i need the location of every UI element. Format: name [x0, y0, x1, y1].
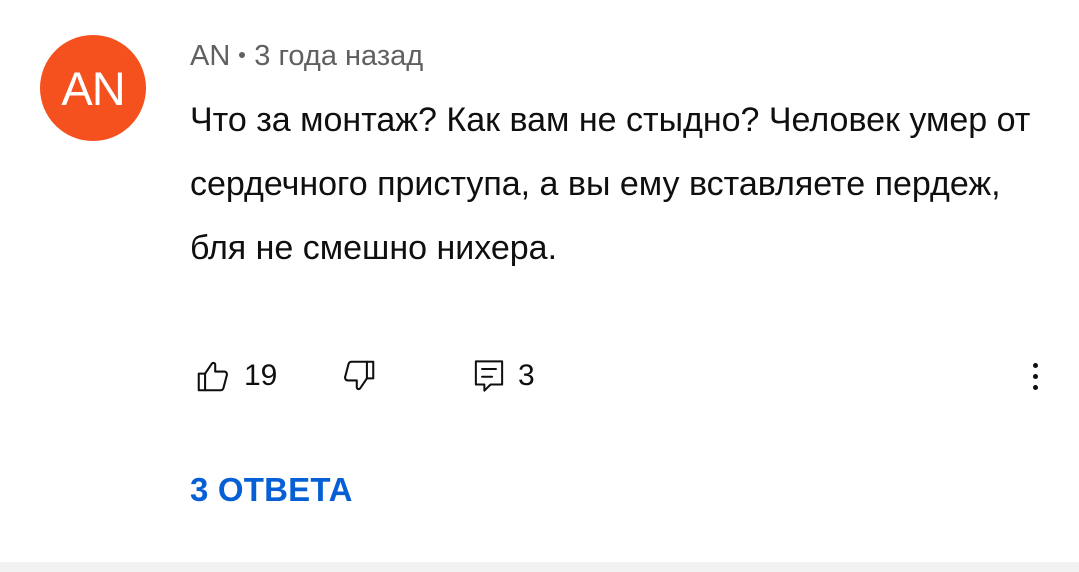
timestamp[interactable]: 3 года назад — [254, 40, 423, 72]
more-vertical-icon-dot-3 — [1032, 384, 1038, 390]
comment-actions: 19 3 — [190, 352, 1050, 400]
avatar-initials: AN — [61, 61, 125, 115]
comment-meta: AN 3 года назад — [190, 40, 423, 72]
more-vertical-icon-dot-2 — [1032, 373, 1038, 379]
author-name[interactable]: AN — [190, 40, 230, 72]
view-replies-button[interactable]: 3 ОТВЕТА — [190, 470, 353, 510]
like-count: 19 — [244, 359, 278, 392]
comment-card: AN AN 3 года назад Что за монтаж? Как вам… — [0, 0, 1079, 562]
thumbs-down-icon — [340, 357, 378, 395]
more-options-button[interactable] — [1020, 352, 1050, 400]
avatar[interactable]: AN — [40, 35, 146, 141]
comment-reply-icon — [472, 357, 506, 395]
dislike-button[interactable] — [340, 352, 378, 400]
more-vertical-icon-dot-1 — [1032, 362, 1038, 368]
reply-count: 3 — [518, 359, 535, 392]
like-button[interactable]: 19 — [194, 352, 277, 400]
separator-dot — [239, 52, 246, 59]
comment-text: Что за монтаж? Как вам не стыдно? Челове… — [190, 101, 1031, 267]
reply-button[interactable]: 3 — [472, 352, 535, 400]
thumbs-up-icon — [194, 357, 232, 395]
divider — [0, 562, 1079, 572]
